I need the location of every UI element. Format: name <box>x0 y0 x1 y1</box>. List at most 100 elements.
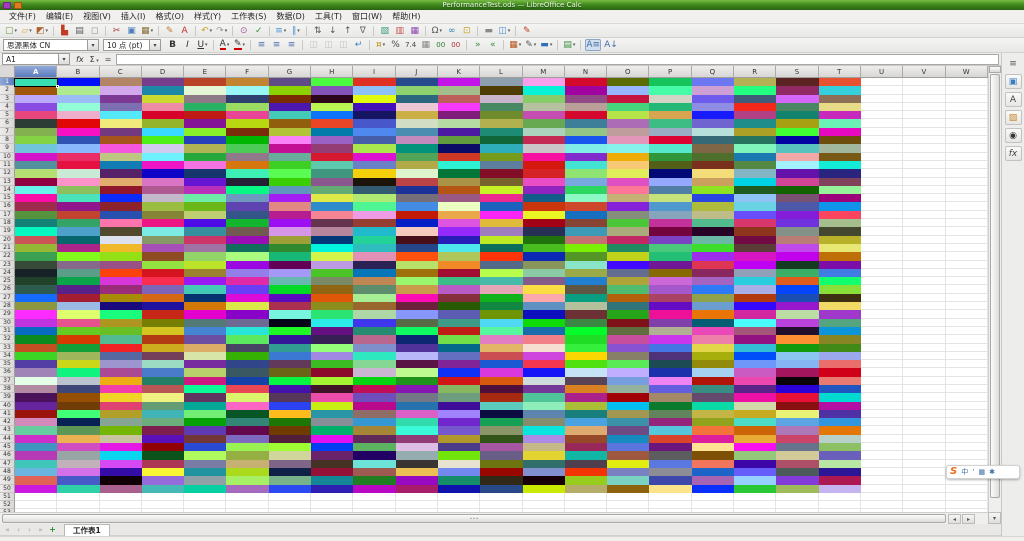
cell[interactable] <box>860 326 904 336</box>
cell[interactable] <box>734 111 777 120</box>
cell[interactable] <box>860 202 904 211</box>
cell[interactable] <box>903 252 946 261</box>
cell[interactable] <box>184 243 227 253</box>
cell[interactable] <box>649 426 692 435</box>
cell[interactable] <box>353 409 396 419</box>
row-header-15[interactable]: 15 <box>0 194 15 203</box>
cell[interactable] <box>15 252 58 261</box>
cell[interactable] <box>226 451 269 460</box>
column-header-P[interactable]: P <box>649 66 692 78</box>
cell[interactable] <box>818 418 861 427</box>
cell[interactable] <box>564 293 608 303</box>
cell[interactable] <box>776 219 819 228</box>
cell[interactable] <box>776 326 819 336</box>
cell[interactable] <box>776 467 819 477</box>
cell[interactable] <box>226 335 269 344</box>
cell[interactable] <box>15 351 58 361</box>
column-header-J[interactable]: J <box>395 66 438 78</box>
cell[interactable] <box>353 401 396 410</box>
row-header-33[interactable]: 33 <box>0 343 15 352</box>
cell[interactable] <box>776 384 819 394</box>
cell[interactable] <box>184 252 227 261</box>
cell[interactable] <box>57 293 100 303</box>
cell[interactable] <box>691 86 735 95</box>
cell[interactable] <box>480 459 523 468</box>
cell[interactable] <box>522 111 565 120</box>
cell[interactable] <box>57 119 100 128</box>
cell[interactable] <box>776 409 819 419</box>
cell[interactable] <box>860 360 904 369</box>
cell[interactable] <box>522 310 565 319</box>
cell[interactable] <box>776 401 819 410</box>
cell[interactable] <box>776 185 819 195</box>
text-direction-top-to-bottom-icon[interactable]: A↓ <box>603 39 619 51</box>
cell[interactable] <box>437 310 481 319</box>
cell[interactable] <box>607 476 650 485</box>
cell[interactable] <box>649 127 692 137</box>
cell[interactable] <box>734 252 777 261</box>
select-function-button[interactable]: Σ ▾ <box>87 55 102 64</box>
cell[interactable] <box>15 393 58 402</box>
format-as-date-icon[interactable]: ▦ <box>419 39 432 51</box>
cell[interactable] <box>522 268 565 278</box>
cell[interactable] <box>184 111 227 120</box>
cell[interactable] <box>945 492 988 502</box>
cell[interactable] <box>141 484 185 493</box>
cell[interactable] <box>268 451 312 460</box>
cell[interactable] <box>691 127 735 137</box>
cell[interactable] <box>141 144 185 153</box>
cell[interactable] <box>184 401 227 410</box>
cell[interactable] <box>99 443 142 452</box>
cell[interactable] <box>15 185 58 195</box>
navigator-icon[interactable]: ◉ <box>1004 128 1022 143</box>
cell[interactable] <box>776 160 819 170</box>
cell[interactable] <box>945 219 988 228</box>
merge-cells-icon[interactable]: ◫ <box>322 39 335 51</box>
cell[interactable] <box>945 227 988 236</box>
cell[interactable] <box>607 185 650 195</box>
cell[interactable] <box>57 426 100 435</box>
cell[interactable] <box>691 393 735 402</box>
cell[interactable] <box>945 210 988 220</box>
cell[interactable] <box>607 393 650 402</box>
cell[interactable] <box>818 78 861 87</box>
cell[interactable] <box>776 169 819 178</box>
cell[interactable] <box>564 227 608 236</box>
row-header-34[interactable]: 34 <box>0 351 15 361</box>
cell[interactable] <box>903 111 946 120</box>
cell[interactable] <box>480 185 523 195</box>
cell[interactable] <box>395 202 438 211</box>
cell[interactable] <box>437 426 481 435</box>
vertical-scroll-down-button[interactable]: ▾ <box>988 512 1001 524</box>
cell[interactable] <box>649 476 692 485</box>
cell[interactable] <box>99 210 142 220</box>
cell[interactable] <box>268 202 312 211</box>
cell[interactable] <box>15 169 58 178</box>
cell[interactable] <box>57 102 100 112</box>
cell[interactable] <box>607 335 650 344</box>
cell[interactable] <box>99 202 142 211</box>
row-header-3[interactable]: 3 <box>0 94 15 103</box>
cell[interactable] <box>268 285 312 294</box>
row-header-42[interactable]: 42 <box>0 418 15 427</box>
cell[interactable] <box>649 102 692 112</box>
row-header-27[interactable]: 27 <box>0 293 15 303</box>
cell[interactable] <box>860 443 904 452</box>
cell[interactable] <box>226 459 269 468</box>
format-as-percent-icon[interactable]: % <box>389 39 402 51</box>
cell[interactable] <box>945 185 988 195</box>
row-header-47[interactable]: 47 <box>0 459 15 468</box>
cell[interactable] <box>776 368 819 377</box>
cell[interactable] <box>437 302 481 311</box>
cell[interactable] <box>691 219 735 228</box>
row-header-37[interactable]: 37 <box>0 376 15 385</box>
cell[interactable] <box>564 443 608 452</box>
cell[interactable] <box>776 252 819 261</box>
cell[interactable] <box>99 451 142 460</box>
cell[interactable] <box>691 351 735 361</box>
cell[interactable] <box>945 418 988 427</box>
cell[interactable] <box>522 467 565 477</box>
cell[interactable] <box>57 351 100 361</box>
cell[interactable] <box>57 111 100 120</box>
cell[interactable] <box>395 351 438 361</box>
